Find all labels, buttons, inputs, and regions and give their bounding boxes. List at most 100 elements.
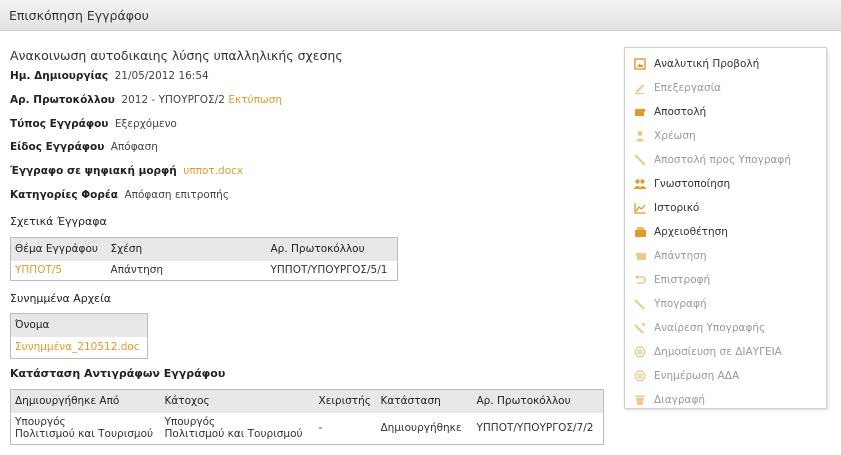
field-value: 2012 - ΥΠΟΥΡΓΟΣ/2 [121, 93, 225, 106]
history-chart-icon [633, 201, 647, 215]
action-notify[interactable]: Γνωστοποίηση [625, 172, 826, 196]
action-label: Αρχειοθέτηση [654, 226, 728, 238]
action-reply[interactable]: Απάντηση [625, 244, 826, 268]
field-label: Είδος Εγγράφου [10, 141, 105, 154]
action-label: Επιστροφή [654, 274, 711, 286]
copies-heading: Κατάσταση Αντιγράφων Εγγράφου [10, 367, 226, 380]
field-kind: Είδος Εγγράφου Απόφαση [10, 140, 610, 164]
column-header: Χειριστής [314, 389, 377, 413]
attachments-table: Όνομα Συνημμένα_210512.doc [10, 313, 148, 359]
send-icon [633, 105, 647, 119]
copy-operator: - [318, 422, 323, 435]
related-heading: Σχετικά Έγγραφα [10, 215, 107, 228]
table-row: Συνημμένα_210512.doc [11, 337, 148, 359]
user-icon [633, 129, 647, 143]
field-label: Τύπος Εγγράφου [10, 117, 109, 130]
action-delete[interactable]: Διαγραφή [625, 388, 826, 412]
action-label: Αποστολή [654, 106, 707, 118]
header-bar: Επισκόπηση Εγγράφου [0, 0, 841, 31]
column-header: Κατάσταση [376, 389, 473, 413]
cell-line: Πολιτισμού και Τουρισμού [164, 428, 303, 441]
action-sign[interactable]: Υπογραφή [625, 292, 826, 316]
document-title: Ανακοινωση αυτοδικαιης λύσης υπαλληλικής… [10, 48, 343, 63]
field-value: 21/05/2012 16:54 [114, 70, 209, 82]
edit-icon [633, 81, 647, 95]
at-icon [633, 369, 647, 383]
action-menu: Αναλυτική Προβολή Επεξεργασία Αποστολή Χ… [624, 47, 827, 409]
field-label: Ημ. Δημιουργίας [10, 70, 109, 82]
field-created: Ημ. Δημιουργίας 21/05/2012 16:54 [10, 69, 610, 93]
sign-icon [633, 297, 647, 311]
action-archive[interactable]: Αρχειοθέτηση [625, 220, 826, 244]
trash-icon [633, 393, 647, 407]
table-header-row: Δημιουργήθηκε Από Κάτοχος Χειριστής Κατά… [10, 389, 604, 413]
column-header: Όνομα [10, 313, 148, 337]
action-label: Γνωστοποίηση [654, 178, 731, 190]
cell-line: Υπουργός [15, 416, 66, 429]
field-protocol: Αρ. Πρωτοκόλλου 2012 - ΥΠΟΥΡΓΟΣ/2 Εκτύπω… [10, 93, 610, 117]
related-protocol: ΥΠΠΟΤ/ΥΠΟΥΡΓΟΣ/5/1 [270, 264, 388, 277]
action-charge[interactable]: Χρέωση [625, 124, 826, 148]
archive-icon [633, 225, 647, 239]
field-value: Απόφαση [110, 141, 158, 154]
column-header: Θέμα Εγγράφου [10, 237, 107, 261]
field-value: Απόφαση επιτροπής [124, 188, 229, 201]
copy-created-by: Υπουργός Πολιτισμού και Τουρισμού [11, 413, 161, 445]
action-label: Αναλυτική Προβολή [654, 58, 760, 70]
reply-icon [633, 249, 647, 263]
action-undo-signature[interactable]: Αναίρεση Υπογραφής [625, 316, 826, 340]
action-return[interactable]: Επιστροφή [625, 268, 826, 292]
action-label: Επεξεργασία [654, 82, 722, 94]
field-label: Έγγραφο σε ψηφιακή μορφή [10, 165, 177, 178]
action-publish-diavgeia[interactable]: Δημοσίευση σε ΔΙΑΥΓΕΙΑ [625, 340, 826, 364]
action-edit[interactable]: Επεξεργασία [625, 76, 826, 100]
unsign-icon [633, 321, 647, 335]
document-details: Ανακοινωση αυτοδικαιης λύσης υπαλληλικής… [10, 48, 610, 212]
action-detail-view[interactable]: Αναλυτική Προβολή [625, 52, 826, 76]
copy-status: Δημιουργήθηκε [380, 422, 462, 435]
column-header: Κάτοχος [160, 389, 315, 413]
related-relation: Απάντηση [110, 264, 164, 277]
column-header: Σχέση [106, 237, 267, 261]
field-label: Αρ. Πρωτοκόλλου [10, 93, 115, 106]
at-icon [633, 345, 647, 359]
table-header-row: Όνομα [10, 313, 148, 337]
action-label: Απάντηση [654, 250, 707, 262]
table-row: Υπουργός Πολιτισμού και Τουρισμού Υπουργ… [11, 413, 604, 445]
field-value: Εξερχόμενο [114, 117, 177, 130]
table-row: ΥΠΠΟΤ/5 Απάντηση ΥΠΠΟΤ/ΥΠΟΥΡΓΟΣ/5/1 [11, 261, 398, 281]
field-categories: Κατηγορίες Φορέα Απόφαση επιτροπής [10, 188, 610, 212]
action-label: Ενημέρωση ΑΔΑ [654, 370, 740, 382]
return-icon [633, 273, 647, 287]
column-header: Δημιουργήθηκε Από [10, 389, 161, 413]
action-label: Διαγραφή [654, 394, 706, 406]
action-label: Αποστολή προς Υπογραφή [654, 154, 791, 166]
page-title: Επισκόπηση Εγγράφου [9, 8, 149, 23]
detail-view-icon [633, 57, 647, 71]
column-header: Αρ. Πρωτοκόλλου [266, 237, 398, 261]
table-header-row: Θέμα Εγγράφου Σχέση Αρ. Πρωτοκόλλου [10, 237, 398, 261]
print-link[interactable]: Εκτύπωση [228, 94, 282, 106]
action-label: Υπογραφή [654, 298, 707, 310]
action-label: Χρέωση [654, 130, 696, 142]
field-type: Τύπος Εγγράφου Εξερχόμενο [10, 117, 610, 141]
action-history[interactable]: Ιστορικό [625, 196, 826, 220]
action-send-for-signature[interactable]: Αποστολή προς Υπογραφή [625, 148, 826, 172]
action-label: Δημοσίευση σε ΔΙΑΥΓΕΙΑ [654, 346, 782, 358]
digital-file-link[interactable]: υππoτ.docx [183, 165, 243, 177]
related-subject-link[interactable]: ΥΠΠΟΤ/5 [11, 261, 107, 281]
copy-holder: Υπουργός Πολιτισμού και Τουρισμού [161, 413, 315, 445]
attachments-heading: Συνημμένα Αρχεία [10, 292, 112, 305]
copies-table: Δημιουργήθηκε Από Κάτοχος Χειριστής Κατά… [10, 389, 604, 445]
copy-protocol: ΥΠΠΟΤ/ΥΠΟΥΡΓΟΣ/7/2 [476, 422, 594, 435]
action-update-ada[interactable]: Ενημέρωση ΑΔΑ [625, 364, 826, 388]
cell-line: Υπουργός [164, 416, 216, 429]
pen-icon [633, 153, 647, 167]
attachment-link[interactable]: Συνημμένα_210512.doc [11, 337, 148, 359]
users-icon [633, 177, 647, 191]
field-digital-file: Έγγραφο σε ψηφιακή μορφή υππoτ.docx [10, 164, 610, 188]
action-label: Ιστορικό [654, 202, 700, 214]
cell-line: Πολιτισμού και Τουρισμού [15, 428, 154, 441]
column-header: Αρ. Πρωτοκόλλου [472, 389, 604, 413]
action-send[interactable]: Αποστολή [625, 100, 826, 124]
